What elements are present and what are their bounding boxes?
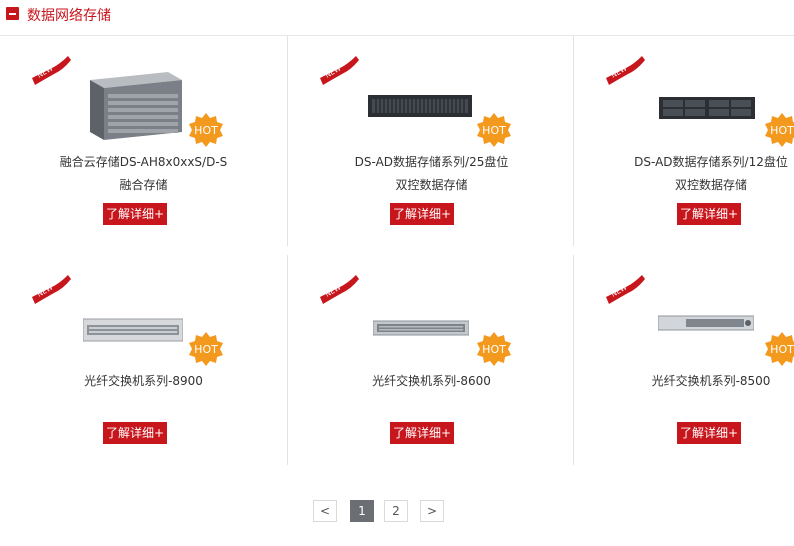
svg-text:HOT: HOT: [770, 343, 794, 356]
product-subtitle: 双控数据存储: [674, 178, 747, 192]
product-card: NEW HOT 融合云存储DS-AH8x0xxS/D-S 融合存储 了解详细+: [0, 36, 287, 246]
product-name[interactable]: 光纤交换机系列-8600: [288, 372, 575, 389]
section-header: 数据网络存储: [0, 0, 794, 36]
hot-badge-icon: HOT: [765, 332, 794, 366]
svg-text:HOT: HOT: [482, 124, 506, 137]
product-name[interactable]: 融合云存储DS-AH8x0xxS/D-S: [0, 153, 287, 170]
learn-more-button[interactable]: 了解详细+: [390, 203, 455, 225]
svg-text:HOT: HOT: [194, 124, 218, 137]
learn-more-button[interactable]: 了解详细+: [103, 422, 168, 444]
product-card: NEW HOT 光纤交换机系列-8500 了解详细+: [573, 255, 794, 465]
new-ribbon-icon: NEW: [606, 275, 645, 304]
rack-storage-image: [368, 95, 472, 117]
switch-image: [658, 315, 754, 331]
product-subtitle: 融合存储: [119, 178, 168, 192]
product-card: NEW HOT 光纤交换机系列-8600 了解详细+: [287, 255, 575, 465]
switch-image: [83, 318, 183, 342]
product-name[interactable]: DS-AD数据存储系列/12盘位: [574, 153, 794, 170]
product-subtitle: 双控数据存储: [395, 178, 468, 192]
new-ribbon-icon: NEW: [606, 56, 645, 85]
next-page-button[interactable]: >: [420, 500, 444, 522]
hot-badge-icon: HOT: [765, 113, 794, 147]
new-ribbon-icon: NEW: [320, 275, 359, 304]
page-2-button[interactable]: 2: [384, 500, 408, 522]
hot-badge-icon: HOT: [477, 113, 511, 147]
svg-text:HOT: HOT: [482, 343, 506, 356]
collapse-icon[interactable]: [6, 7, 19, 20]
learn-more-button[interactable]: 了解详细+: [103, 203, 168, 225]
product-name[interactable]: 光纤交换机系列-8500: [574, 372, 794, 389]
learn-more-button[interactable]: 了解详细+: [390, 422, 455, 444]
hot-badge-icon: HOT: [477, 332, 511, 366]
hot-badge-icon: HOT: [189, 332, 223, 366]
new-ribbon-icon: NEW: [32, 56, 71, 85]
prev-page-button[interactable]: <: [313, 500, 337, 522]
new-ribbon-icon: NEW: [32, 275, 71, 304]
svg-text:HOT: HOT: [194, 343, 218, 356]
svg-text:HOT: HOT: [770, 124, 794, 137]
product-card: NEW HOT 光纤交换机系列-8900 了解详细+: [0, 255, 287, 465]
product-name[interactable]: 光纤交换机系列-8900: [0, 372, 287, 389]
switch-image: [373, 320, 469, 336]
page-1-button[interactable]: 1: [350, 500, 374, 522]
rack-storage-image: [659, 97, 755, 119]
product-card: NEW HOT DS-AD数据存储系列/12盘位 双控数据存储 了解详细+: [573, 36, 794, 246]
hot-badge-icon: HOT: [189, 113, 223, 147]
product-name[interactable]: DS-AD数据存储系列/25盘位: [288, 153, 575, 170]
learn-more-button[interactable]: 了解详细+: [677, 203, 742, 225]
product-card: NEW HOT DS-AD数据存储系列/25盘位 双控数据存储 了解详细+: [287, 36, 575, 246]
new-ribbon-icon: NEW: [320, 56, 359, 85]
learn-more-button[interactable]: 了解详细+: [677, 422, 742, 444]
section-title: 数据网络存储: [27, 8, 111, 24]
storage-server-image: [90, 72, 182, 140]
